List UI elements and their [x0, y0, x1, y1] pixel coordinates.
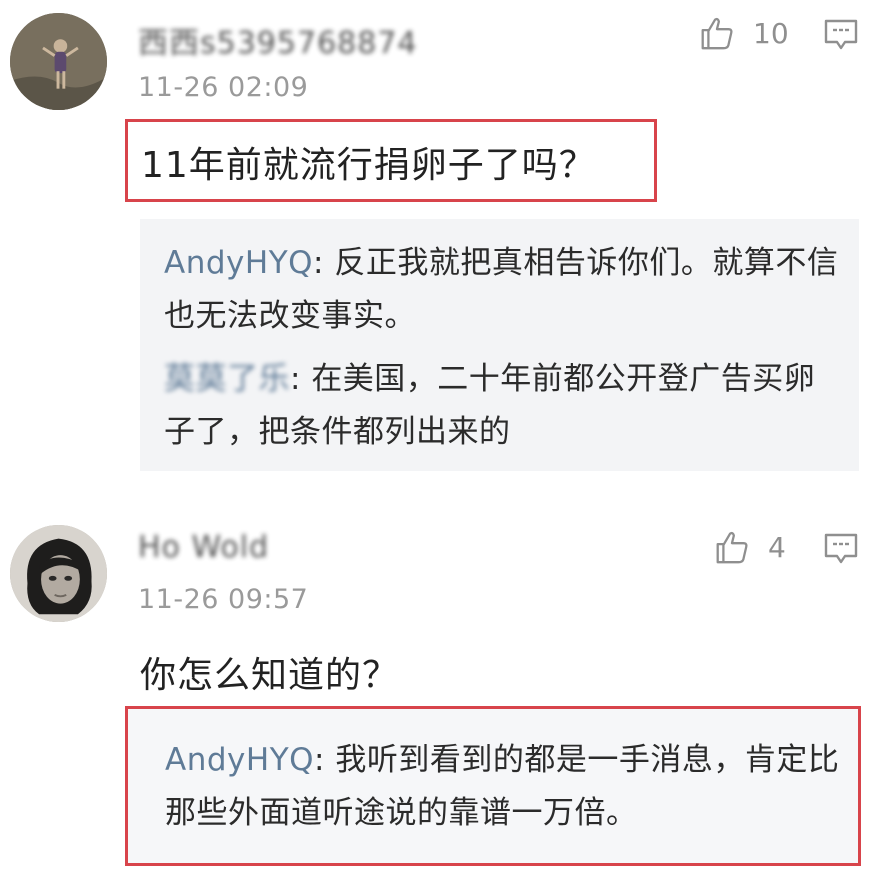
comment-item: Ho Wold 11-26 09:57 4 你怎么知道的？ AndyHYQ: 我…: [0, 500, 878, 892]
thumbs-up-icon[interactable]: [712, 528, 750, 566]
highlight-box: [125, 706, 861, 866]
avatar-image: [10, 13, 107, 110]
reply-item[interactable]: 莫莫了乐: 在美国，二十年前都公开登广告买卵子了，把条件都列出来的: [164, 353, 841, 459]
comment-icon[interactable]: [823, 532, 859, 566]
username[interactable]: 西西s5395768874: [138, 18, 418, 62]
comment-text: 你怎么知道的？: [140, 655, 400, 696]
comment-time: 11-26 02:09: [138, 72, 309, 103]
like-count: 4: [768, 530, 786, 564]
like-button[interactable]: 4: [712, 528, 786, 566]
comment-time: 11-26 09:57: [138, 584, 309, 615]
comment-icon[interactable]: [823, 18, 859, 52]
like-button[interactable]: 10: [697, 14, 789, 52]
reply-item[interactable]: AndyHYQ: 反正我就把真相告诉你们。就算不信也无法改变事实。: [164, 237, 841, 343]
reply-author[interactable]: AndyHYQ: [164, 245, 313, 281]
comment-text: 11年前就流行捐卵子了吗？: [141, 145, 596, 186]
avatar[interactable]: [10, 525, 107, 622]
reply-button[interactable]: [823, 532, 859, 566]
reply-colon: :: [290, 361, 312, 397]
like-count: 10: [753, 16, 789, 50]
reply-list: AndyHYQ: 反正我就把真相告诉你们。就算不信也无法改变事实。 莫莫了乐: …: [140, 219, 859, 471]
reply-button[interactable]: [823, 18, 859, 52]
avatar[interactable]: [10, 13, 107, 110]
username[interactable]: Ho Wold: [138, 530, 269, 565]
comment-item: 西西s5395768874 11-26 02:09 10 11年前就流行捐卵子了…: [0, 0, 878, 500]
reply-colon: :: [313, 245, 335, 281]
avatar-image: [10, 525, 107, 622]
thumbs-up-icon[interactable]: [697, 14, 735, 52]
reply-author[interactable]: 莫莫了乐: [164, 361, 290, 397]
